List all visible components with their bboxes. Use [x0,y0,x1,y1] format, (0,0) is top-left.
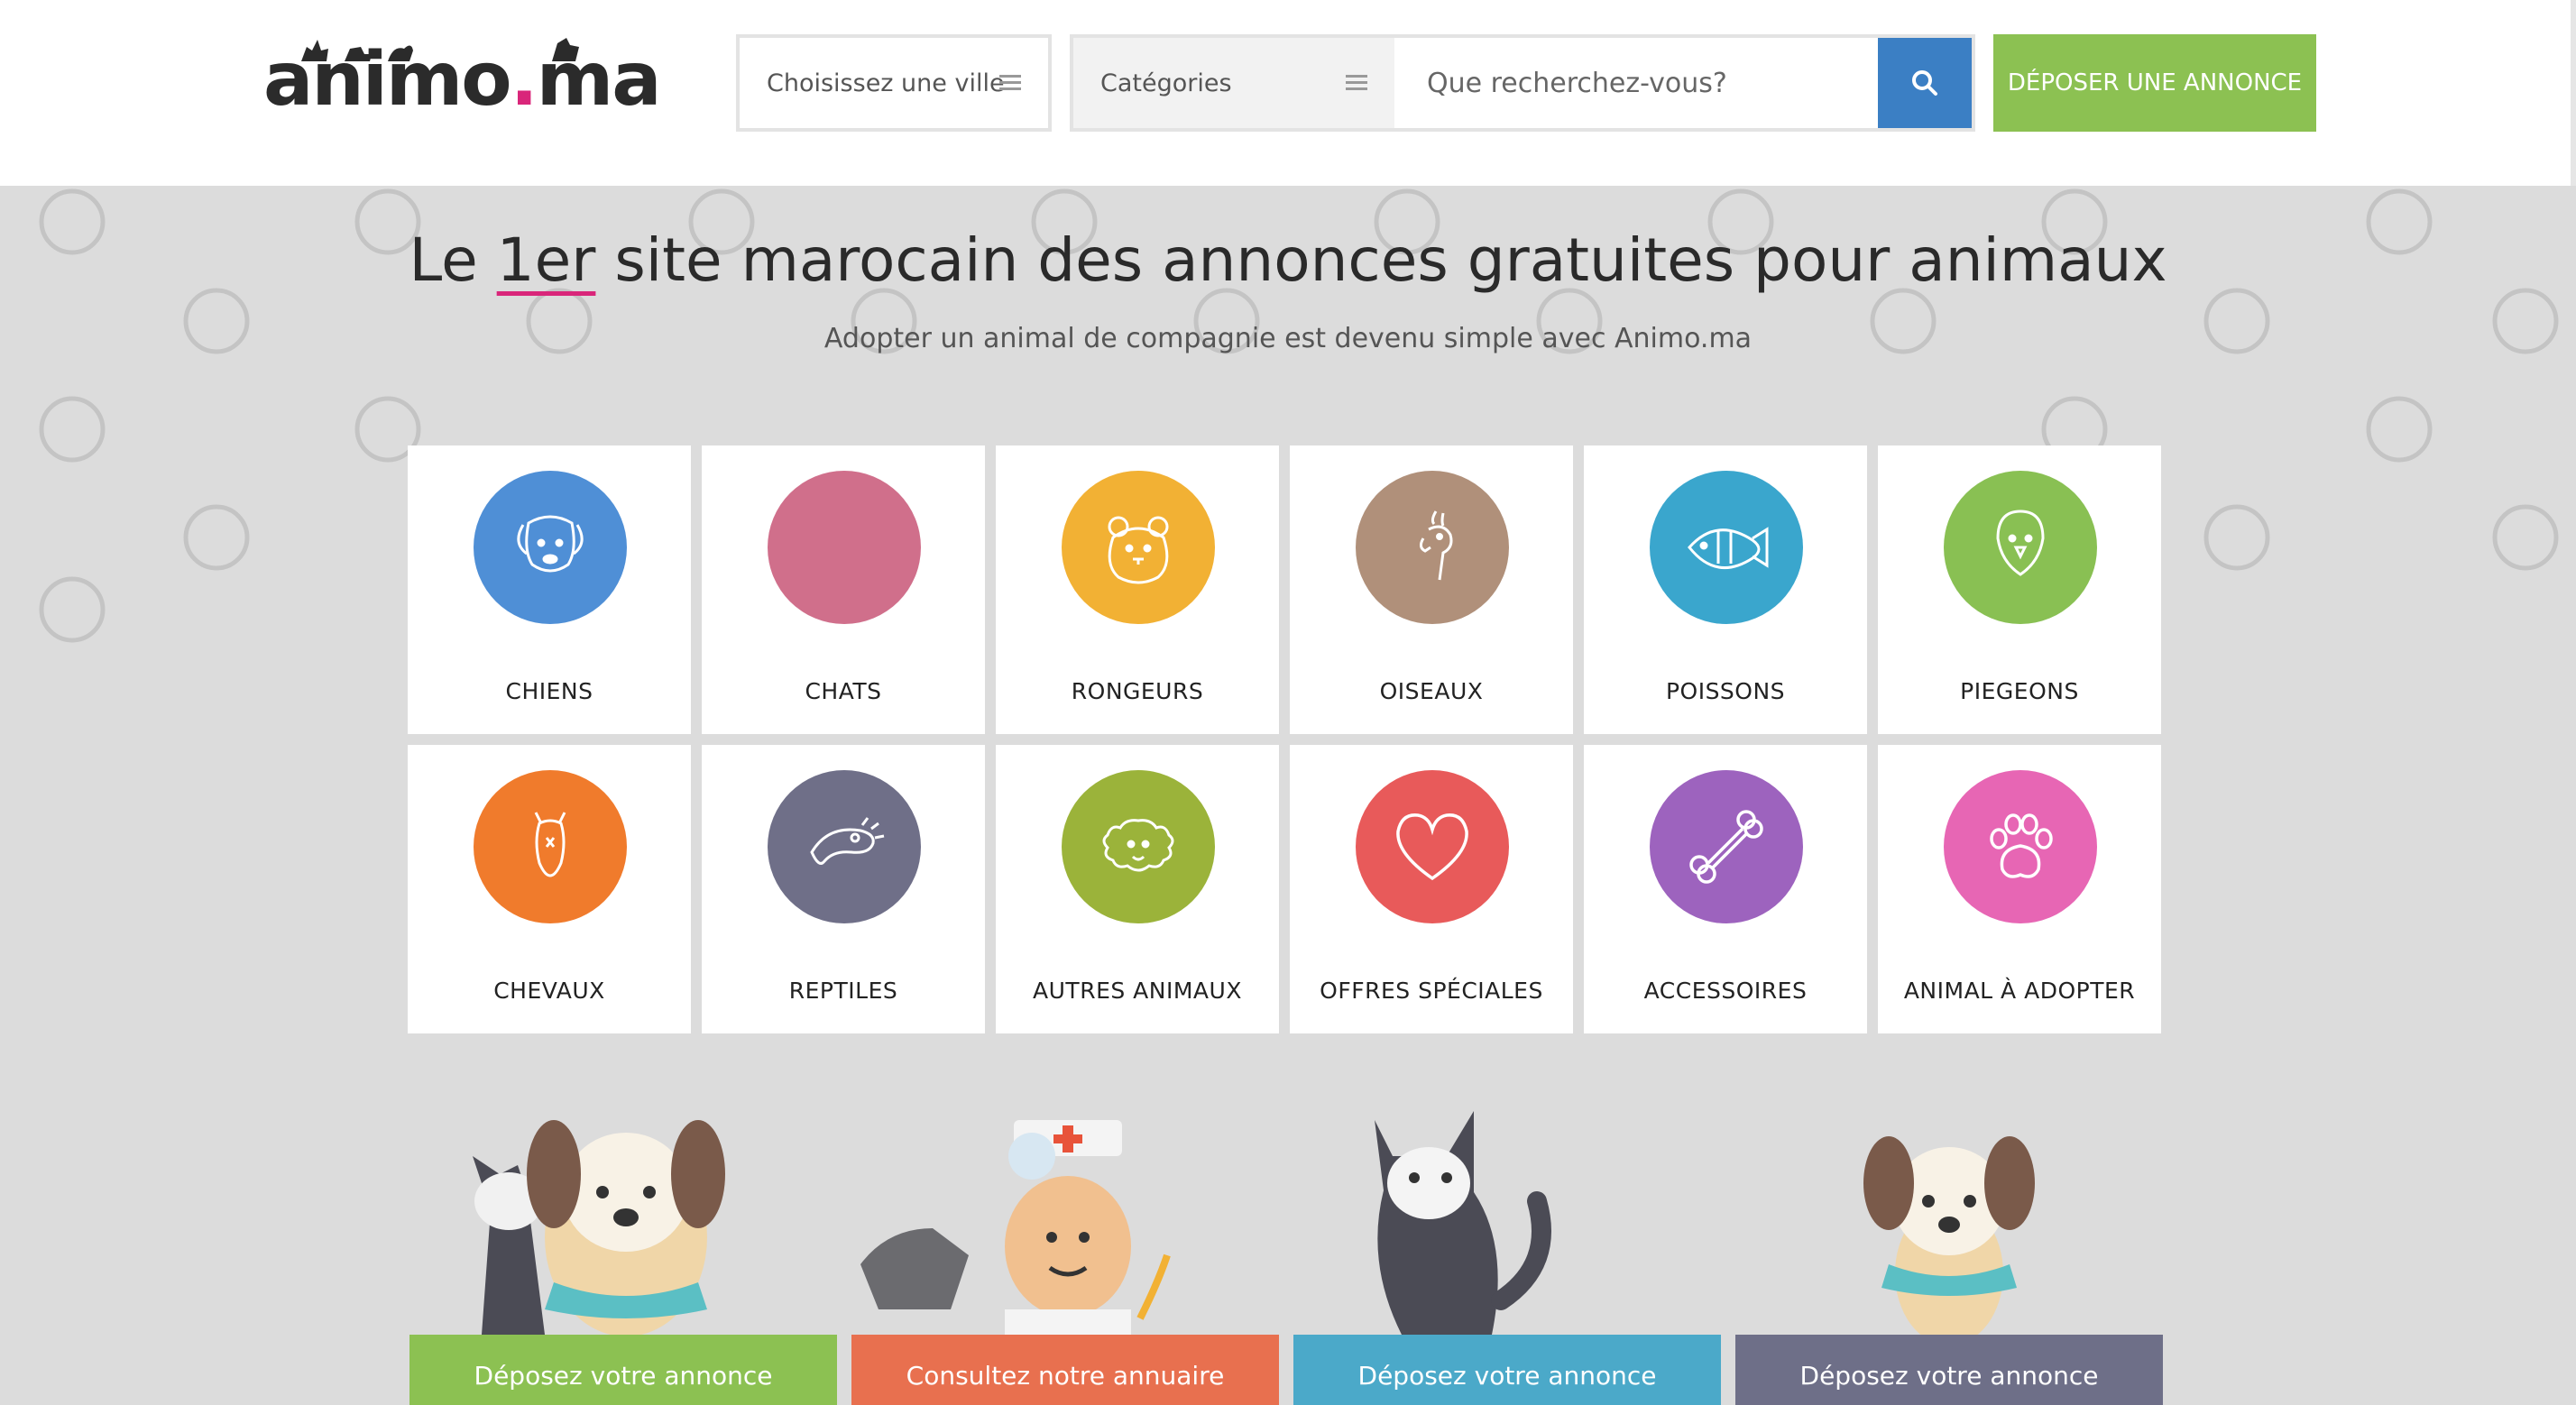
sheep-icon [1102,819,1174,872]
heart-icon [1396,813,1468,881]
lizard-icon [810,817,885,865]
hero-subtitle: Adopter un animal de compagnie est deven… [823,323,1753,354]
category-card-piegeons[interactable]: PIEGEONS [1878,445,2161,734]
fish-icon [1688,527,1769,570]
category-card-chevaux[interactable]: CHEVAUX [408,745,691,1033]
category-card-autres-animaux[interactable]: AUTRES ANIMAUX [996,745,1279,1033]
category-circle [1944,770,2097,923]
site-header: animo.ma Choisissez une ville Catégories… [0,0,2576,186]
category-label: CHEVAUX [493,978,605,1004]
cat-and-dog-illustration [473,1120,725,1335]
category-circle [1062,770,1215,923]
menu-lines-icon [1346,75,1367,91]
category-card-poissons[interactable]: POISSONS [1584,445,1867,734]
category-select[interactable]: Catégories [1073,38,1394,128]
logo-animals-icon [301,38,579,61]
promo-tile-directory: Consultez notre annuaire [851,1102,1279,1405]
dog-icon [517,515,584,573]
promo-tile-post-ad-cat: Déposez votre annonce [1293,1102,1721,1405]
hamster-icon [1108,516,1169,584]
dog-illustration [1863,1136,2035,1335]
post-ad-cta[interactable]: Déposez votre annonce [409,1335,837,1405]
category-circle [768,471,921,624]
category-circle [1944,471,2097,624]
category-circle [1650,471,1803,624]
city-select-label: Choisissez une ville [767,69,1005,97]
category-circle [768,770,921,923]
category-card-chats[interactable]: CHATS [702,445,985,734]
category-circle [1356,770,1509,923]
category-label: RONGEURS [1071,678,1204,704]
search-icon [1912,70,1937,96]
horse-icon [534,812,566,877]
promo-tile-post-ad: Déposez votre annonce [409,1102,837,1405]
post-ad-button[interactable]: DÉPOSER UNE ANNONCE [1993,34,2316,132]
bone-icon [1689,810,1763,884]
cockatoo-icon [1419,510,1453,581]
category-card-accessoires[interactable]: ACCESSOIRES [1584,745,1867,1033]
category-card-reptiles[interactable]: REPTILES [702,745,985,1033]
hero-title: Le 1er site marocain des annonces gratui… [409,225,2167,295]
category-card-rongeurs[interactable]: RONGEURS [996,445,1279,734]
category-circle [474,770,627,923]
category-select-label: Catégories [1100,69,1232,97]
category-label: POISSONS [1665,678,1786,704]
paw-icon [1990,813,2053,878]
site-logo[interactable]: animo.ma [263,27,662,117]
city-select[interactable]: Choisissez une ville [736,34,1052,132]
promo-tile-post-ad-dog: Déposez votre annonce [1735,1102,2163,1405]
search-bar: Catégories [1070,34,1975,132]
category-label: AUTRES ANIMAUX [1033,978,1242,1004]
category-label: OFFRES SPÉCIALES [1320,978,1543,1004]
veterinarian-illustration [860,1120,1171,1335]
menu-lines-icon [999,75,1021,91]
category-card-animal-a-adopter[interactable]: ANIMAL À ADOPTER [1878,745,2161,1033]
category-card-chiens[interactable]: CHIENS [408,445,691,734]
category-circle [1356,471,1509,624]
category-card-oiseaux[interactable]: OISEAUX [1290,445,1573,734]
category-circle [1062,471,1215,624]
post-ad-cta[interactable]: Déposez votre annonce [1735,1335,2163,1405]
category-circle [474,471,627,624]
post-ad-cta[interactable]: Déposez votre annonce [1293,1335,1721,1405]
category-label: CHATS [805,678,882,704]
pigeon-icon [1996,510,2045,576]
category-label: ANIMAL À ADOPTER [1903,978,2136,1004]
category-circle [1650,770,1803,923]
search-input[interactable] [1394,38,1878,128]
category-label: CHIENS [505,678,593,704]
directory-cta[interactable]: Consultez notre annuaire [851,1335,1279,1405]
search-button[interactable] [1878,38,1972,128]
category-grid: CHIENS CHATS RONGEURS OISEAUX POISSONS P… [408,445,2165,1033]
category-label: REPTILES [788,978,898,1004]
hero-title-highlight: 1er [496,225,596,295]
cat-illustration [1375,1111,1551,1335]
category-label: PIEGEONS [1960,678,2079,704]
category-card-offres-speciales[interactable]: OFFRES SPÉCIALES [1290,745,1573,1033]
category-label: ACCESSOIRES [1643,978,1808,1004]
category-label: OISEAUX [1379,678,1484,704]
